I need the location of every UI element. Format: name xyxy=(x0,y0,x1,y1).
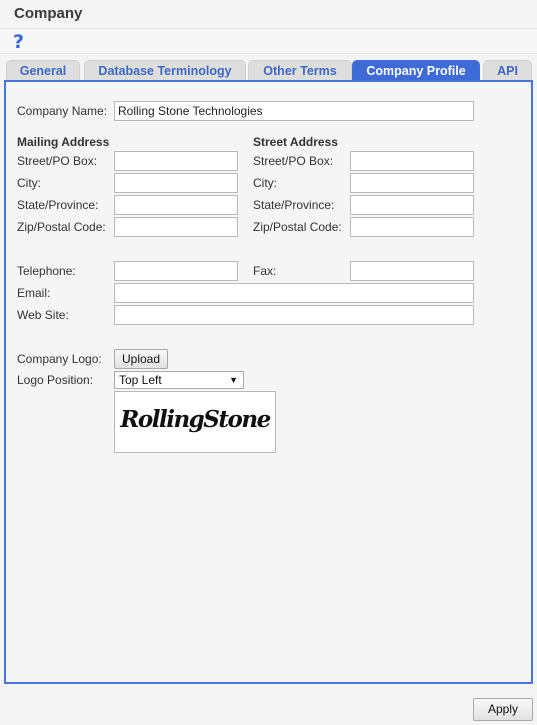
fax-input[interactable] xyxy=(350,261,474,281)
website-label: Web Site: xyxy=(17,308,69,322)
email-label: Email: xyxy=(17,286,51,300)
street-state-label: State/Province: xyxy=(253,198,335,212)
tab-bar: General Database Terminology Other Terms… xyxy=(6,60,532,81)
upload-button[interactable]: Upload xyxy=(114,349,168,369)
telephone-label: Telephone: xyxy=(17,264,76,278)
company-profile-panel: Company Name: Mailing Address Street Add… xyxy=(4,80,533,684)
street-city-input[interactable] xyxy=(350,173,474,193)
tab-other-terms[interactable]: Other Terms xyxy=(248,60,352,81)
company-logo-preview: RollingStone xyxy=(114,391,276,453)
window-header: Company xyxy=(0,0,537,28)
apply-button[interactable]: Apply xyxy=(473,698,533,721)
window-title: Company xyxy=(14,5,83,22)
tab-general[interactable]: General xyxy=(6,60,80,81)
company-name-label: Company Name: xyxy=(17,104,108,118)
street-street-input[interactable] xyxy=(350,151,474,171)
street-address-heading: Street Address xyxy=(253,135,338,149)
company-name-input[interactable] xyxy=(114,101,474,121)
help-toolbar: ? xyxy=(0,28,537,54)
logo-position-label: Logo Position: xyxy=(17,373,94,387)
mailing-address-heading: Mailing Address xyxy=(17,135,110,149)
street-zip-input[interactable] xyxy=(350,217,474,237)
mailing-city-label: City: xyxy=(17,176,41,190)
tab-database-terminology[interactable]: Database Terminology xyxy=(84,60,246,81)
logo-position-value: Top Left xyxy=(119,373,162,387)
mailing-state-label: State/Province: xyxy=(17,198,99,212)
mailing-zip-label: Zip/Postal Code: xyxy=(17,220,106,234)
street-street-label: Street/PO Box: xyxy=(253,154,334,168)
mailing-zip-input[interactable] xyxy=(114,217,238,237)
street-state-input[interactable] xyxy=(350,195,474,215)
logo-position-select[interactable]: Top Left ▼ xyxy=(114,371,244,389)
street-zip-label: Zip/Postal Code: xyxy=(253,220,342,234)
street-city-label: City: xyxy=(253,176,277,190)
tab-api[interactable]: API xyxy=(483,60,532,81)
mailing-street-label: Street/PO Box: xyxy=(17,154,98,168)
telephone-input[interactable] xyxy=(114,261,238,281)
fax-label: Fax: xyxy=(253,264,277,278)
tab-company-profile[interactable]: Company Profile xyxy=(352,60,480,81)
help-icon[interactable]: ? xyxy=(13,31,24,53)
rolling-stone-logo: RollingStone xyxy=(120,406,271,433)
dropdown-arrow-icon: ▼ xyxy=(229,375,238,385)
mailing-city-input[interactable] xyxy=(114,173,238,193)
mailing-state-input[interactable] xyxy=(114,195,238,215)
mailing-street-input[interactable] xyxy=(114,151,238,171)
website-input[interactable] xyxy=(114,305,474,325)
email-input[interactable] xyxy=(114,283,474,303)
company-logo-label: Company Logo: xyxy=(17,352,102,366)
